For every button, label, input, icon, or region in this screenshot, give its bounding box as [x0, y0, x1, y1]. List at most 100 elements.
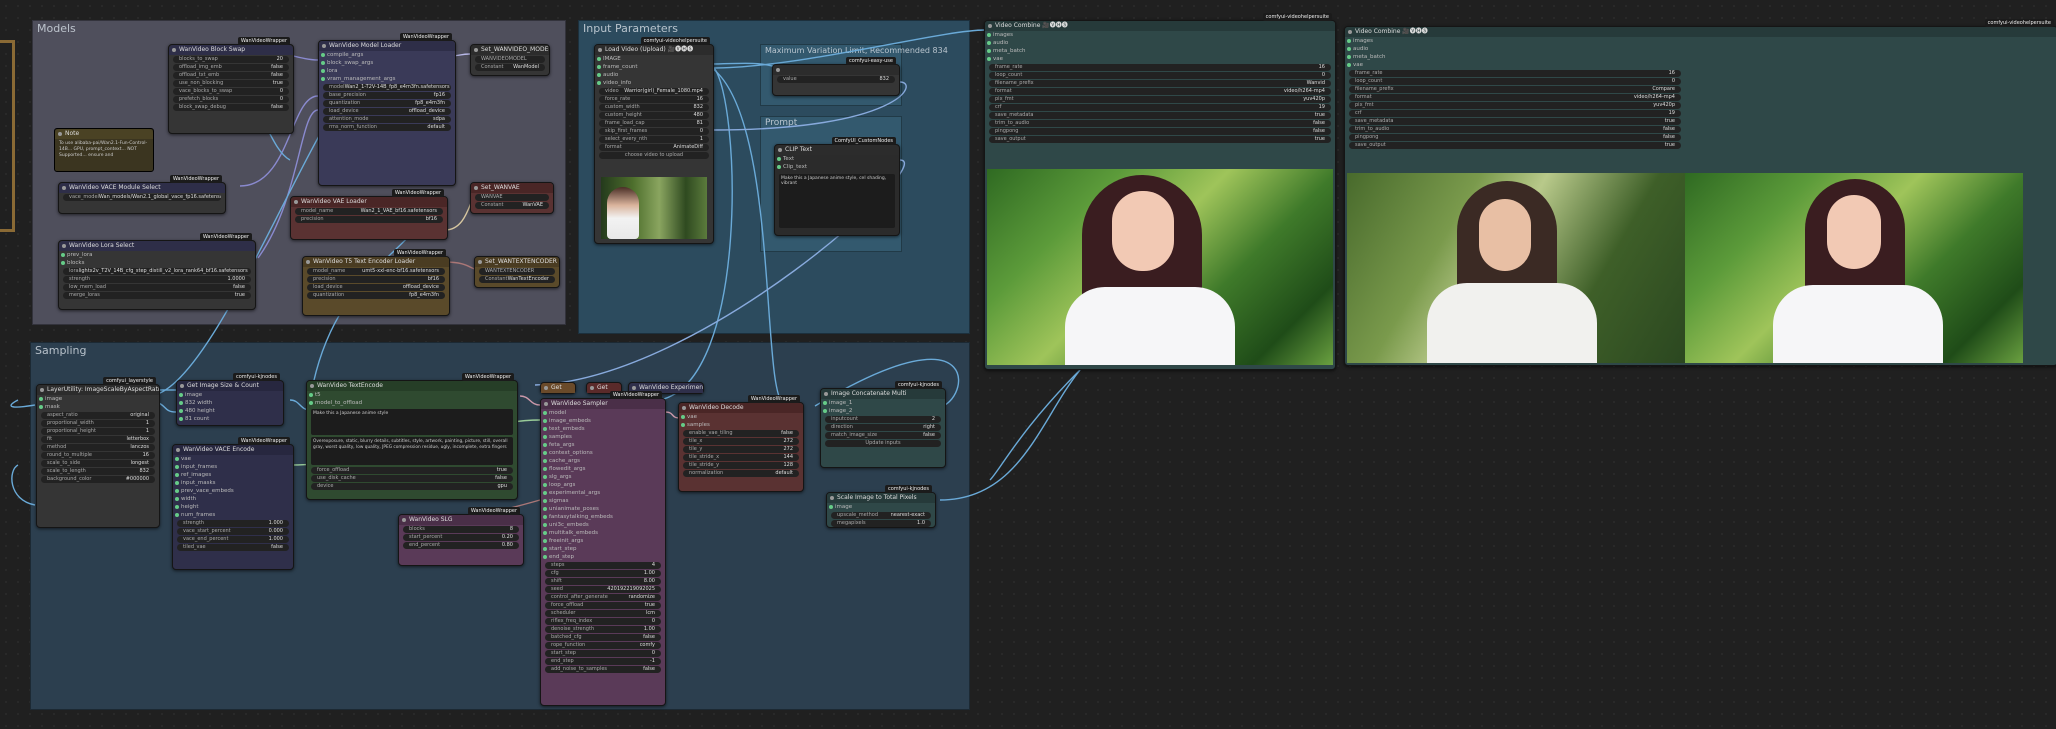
node-t5-loader[interactable]: WanVideo T5 Text Encoder Loader WanVideo…	[302, 249, 450, 316]
input-port[interactable]: model	[541, 409, 665, 417]
input-port[interactable]: context_options	[541, 449, 665, 457]
widget-value[interactable]: 16	[143, 452, 149, 459]
widget-value[interactable]: 19	[1669, 110, 1675, 117]
input-port[interactable]: start_step	[541, 545, 665, 553]
widget-row[interactable]: scale_to_length 832	[41, 468, 155, 475]
node-text-encode[interactable]: WanVideo TextEncode WanVideoWrapper t5 mo…	[306, 373, 518, 500]
widget-value[interactable]: false	[781, 430, 793, 437]
input-port[interactable]: mask	[37, 403, 159, 411]
widget-row[interactable]: denoise_strength 1.00	[545, 626, 661, 633]
widget-value[interactable]: Warrior(girl)_Female_1080.mp4	[624, 88, 703, 95]
node-wan-decode[interactable]: WanVideo Decode WanVideoWrapper vae sampl…	[678, 395, 804, 492]
output-port[interactable]: video_info	[595, 79, 713, 87]
widget-value[interactable]: comfy	[640, 642, 655, 649]
widget-value[interactable]: fp8_e4m3fn	[415, 100, 445, 107]
input-port[interactable]: fantasytalking_embeds	[541, 513, 665, 521]
widget-value[interactable]: default	[775, 470, 793, 477]
input-port[interactable]: block_swap_args	[319, 59, 455, 67]
node-title[interactable]: WanVideo SLG	[399, 515, 523, 525]
node-title[interactable]: Set_WANVIDEO_MODEL	[471, 45, 549, 55]
widget-value[interactable]: true	[1665, 142, 1675, 149]
widget-value[interactable]: true	[497, 467, 507, 474]
widget-value[interactable]: Wan_models/Wan2.1_global_vace_fp16.safet…	[99, 194, 221, 201]
widget-value[interactable]: AnimateDiff	[673, 144, 703, 151]
widget-value[interactable]: 4	[652, 562, 655, 569]
widget-value[interactable]: offload_device	[403, 284, 439, 291]
widget-value[interactable]: false	[271, 104, 283, 111]
widget-value[interactable]: true	[645, 602, 655, 609]
widget-value[interactable]: 832	[693, 104, 703, 111]
widget-value[interactable]: default	[427, 124, 445, 131]
widget-row[interactable]: add_noise_to_samples false	[545, 666, 661, 673]
widget-row[interactable]: loop_count 0	[1349, 78, 1681, 85]
node-title[interactable]: WanVideo VAE Loader	[291, 197, 447, 207]
node-scale-total-pixels[interactable]: Scale Image to Total Pixels comfyui-kjno…	[826, 485, 936, 528]
node-video-combine-left[interactable]: Video Combine 🎥🅥🅗🅢 comfyui-videohelpersu…	[984, 13, 1336, 370]
widget-row[interactable]: low_mem_load false	[63, 284, 251, 291]
widget-value[interactable]: #000000	[126, 476, 149, 483]
widget-value[interactable]: 832	[139, 468, 149, 475]
input-port[interactable]: feta_args	[541, 441, 665, 449]
widget-row[interactable]: fit letterbox	[41, 436, 155, 443]
input-port[interactable]: image_1	[821, 399, 945, 407]
widget-value[interactable]: true	[1315, 112, 1325, 119]
widget-row[interactable]: device gpu	[311, 483, 513, 490]
widget-row[interactable]: strength 1.000	[177, 520, 289, 527]
node-title[interactable]: CLIP Text	[775, 145, 899, 155]
negative-prompt[interactable]: Overexposure, static, blurry details, su…	[311, 437, 513, 465]
widget-row[interactable]: model_name Wan2_1_VAE_bf16.safetensors	[295, 208, 443, 215]
widget-value[interactable]: false	[923, 432, 935, 439]
widget-value[interactable]: lcm	[646, 610, 655, 617]
widget-row[interactable]: seed 420192219092025	[545, 586, 661, 593]
widget-row[interactable]: pingpong false	[989, 128, 1331, 135]
node-get-image-size[interactable]: Get Image Size & Count comfyui-kjnodes i…	[176, 373, 284, 426]
widget-row[interactable]: upscale_method nearest-exact	[831, 512, 931, 519]
node-title[interactable]: WanVideo VACE Encode	[173, 445, 293, 455]
input-port[interactable]: samples	[541, 433, 665, 441]
node-title[interactable]: Set_WANVAE	[471, 183, 553, 193]
node-title[interactable]: WanVideo TextEncode	[307, 381, 517, 391]
widget-row[interactable]: tile_stride_y 128	[683, 462, 799, 469]
input-port[interactable]: end_step	[541, 553, 665, 561]
widget-row[interactable]: megapixels 1.0	[831, 520, 931, 527]
widget-value[interactable]: 81	[697, 120, 703, 127]
widget-value[interactable]: offload_device	[409, 108, 445, 115]
widget-row[interactable]: video Warrior(girl)_Female_1080.mp4	[599, 88, 709, 95]
widget-row[interactable]: WANVAE	[475, 194, 549, 201]
widget-row[interactable]: frame_rate 16	[1349, 70, 1681, 77]
node-vae-loader[interactable]: WanVideo VAE Loader WanVideoWrapper mode…	[290, 189, 448, 240]
widget-row[interactable]: tile_stride_x 144	[683, 454, 799, 461]
node-title[interactable]: WanVideo Model Loader	[319, 41, 455, 51]
widget-row[interactable]: end_percent 0.80	[403, 542, 519, 549]
widget-row[interactable]: steps 4	[545, 562, 661, 569]
output-port[interactable]: audio	[595, 71, 713, 79]
input-port[interactable]: vae	[1345, 61, 2056, 69]
node-max-size[interactable]: comfyui-easy-use value 832	[772, 57, 900, 96]
widget-value[interactable]: 16	[1669, 70, 1675, 77]
widget-value[interactable]: 2	[932, 416, 935, 423]
widget-value[interactable]: longest	[131, 460, 149, 467]
widget-value[interactable]: 128	[783, 462, 793, 469]
widget-value[interactable]: video/h264-mp4	[1284, 88, 1325, 95]
node-title[interactable]: LayerUtility: ImageScaleByAspectRatio	[37, 385, 159, 395]
positive-prompt[interactable]: Make this a Japanese anime style	[311, 409, 513, 435]
widget-row[interactable]: format video/h264-mp4	[989, 88, 1331, 95]
node-image-concat[interactable]: Image Concatenate Multi comfyui-kjnodes …	[820, 381, 946, 468]
node-block-swap[interactable]: WanVideo Block Swap WanVideoWrapper bloc…	[168, 37, 294, 134]
widget-row[interactable]: format video/h264-mp4	[1349, 94, 1681, 101]
widget-row[interactable]: start_percent 0.20	[403, 534, 519, 541]
widget-value[interactable]: false	[643, 666, 655, 673]
input-port[interactable]: meta_batch	[985, 47, 1335, 55]
input-port[interactable]: vram_management_args	[319, 75, 455, 83]
widget-row[interactable]: quantization fp8_e4m3fn	[307, 292, 445, 299]
prompt-textarea[interactable]: Make this a Japanese anime style, cel sh…	[779, 174, 895, 228]
widget-row[interactable]: crf 19	[1349, 110, 1681, 117]
update-inputs-button[interactable]: Update inputs	[825, 440, 941, 447]
node-title[interactable]: WanVideo Sampler	[541, 399, 665, 409]
note-node[interactable]: Note To use alibaba-pai/Wan2.1-Fun-Contr…	[54, 128, 154, 172]
widget-row[interactable]: method lanczos	[41, 444, 155, 451]
widget-value[interactable]: false	[495, 475, 507, 482]
widget-value[interactable]: letterbox	[126, 436, 149, 443]
widget-row[interactable]: Constant WanVAE	[475, 202, 549, 209]
widget-row[interactable]: strength 1.0000	[63, 276, 251, 283]
